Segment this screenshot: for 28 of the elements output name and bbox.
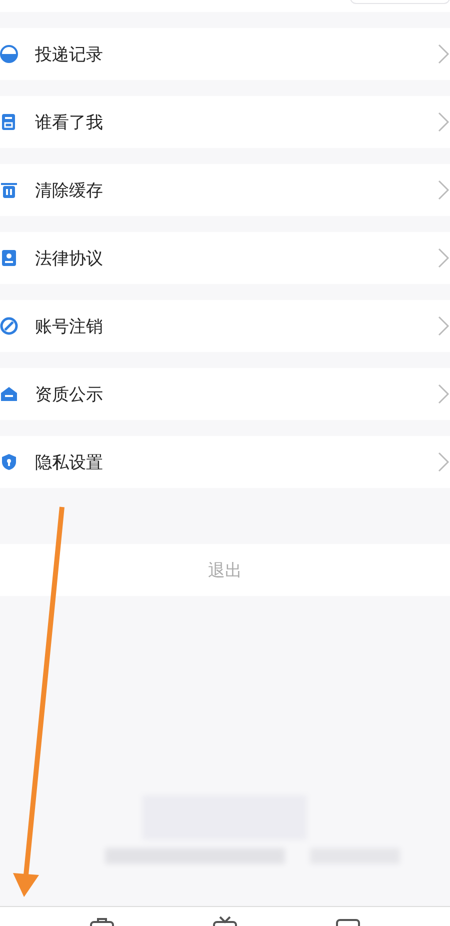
menu-label: 清除缓存 <box>35 180 104 202</box>
menu-item[interactable]: 清除缓存 <box>0 164 450 216</box>
chevron-icon <box>438 248 450 268</box>
chevron-icon <box>438 384 450 404</box>
menu-item[interactable]: 谁看了我 <box>0 96 450 148</box>
block-icon <box>0 317 18 335</box>
document-icon <box>0 113 18 131</box>
chevron-icon <box>438 180 450 200</box>
menu-label: 谁看了我 <box>35 112 104 134</box>
house-icon <box>0 385 18 403</box>
menu-item[interactable]: 资质公示 <box>0 368 450 420</box>
shield-icon <box>0 453 18 471</box>
menu-item[interactable]: 法律协议 <box>0 232 450 284</box>
menu-item[interactable]: 投递记录 <box>0 28 450 80</box>
chevron-icon <box>438 452 450 472</box>
menu-label: 账号注销 <box>35 316 104 338</box>
half-circle-icon <box>0 45 18 63</box>
menu-label: 资质公示 <box>35 384 104 406</box>
chevron-icon <box>438 112 450 132</box>
chevron-icon <box>438 316 450 336</box>
trash-icon <box>0 181 18 199</box>
chevron-icon <box>438 44 450 64</box>
menu-item[interactable]: 隐私设置 <box>0 436 450 488</box>
menu-item[interactable]: 账号注销 <box>0 300 450 352</box>
menu-label: 法律协议 <box>35 248 104 270</box>
menu-label: 隐私设置 <box>35 452 104 474</box>
badge-icon <box>0 249 18 267</box>
menu-label: 投递记录 <box>35 44 104 66</box>
